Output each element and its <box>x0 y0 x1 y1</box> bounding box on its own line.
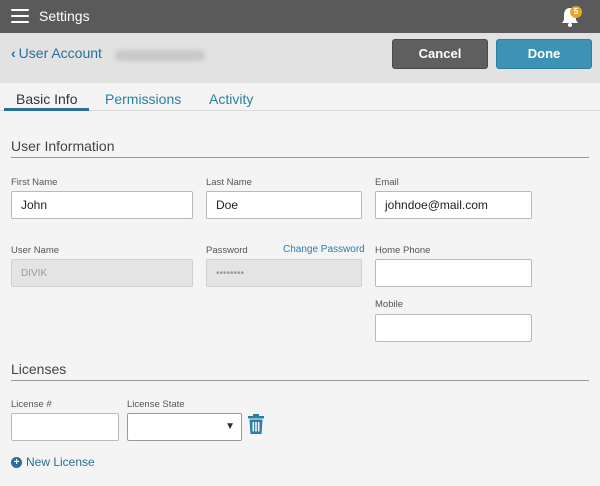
license-state-label: License State <box>127 399 185 410</box>
page-header: ‹ User Account Cancel Done <box>0 33 600 83</box>
license-number-label: License # <box>11 399 52 410</box>
back-label: User Account <box>18 45 102 61</box>
back-link[interactable]: ‹ User Account <box>11 45 102 61</box>
top-bar: Settings 5 <box>0 0 600 33</box>
last-name-field[interactable]: Doe <box>206 191 362 219</box>
active-tab-indicator <box>4 108 89 111</box>
cancel-button[interactable]: Cancel <box>392 39 488 69</box>
change-password-link[interactable]: Change Password <box>283 244 365 255</box>
mobile-field[interactable] <box>375 314 532 342</box>
chevron-down-icon: ▼ <box>225 421 235 432</box>
email-label: Email <box>375 177 399 188</box>
user-name-field: DIVIK <box>11 259 193 287</box>
blurred-user-name <box>115 50 205 61</box>
trash-icon[interactable] <box>248 414 264 434</box>
tab-activity[interactable]: Activity <box>209 91 253 107</box>
tab-bar: Basic Info Permissions Activity <box>0 83 600 111</box>
user-name-label: User Name <box>11 245 60 256</box>
app-title: Settings <box>39 8 90 24</box>
notification-badge: 5 <box>570 6 582 18</box>
new-license-button[interactable]: + New License <box>11 455 95 469</box>
last-name-label: Last Name <box>206 177 252 188</box>
section-title-user-information: User Information <box>11 138 115 154</box>
done-button[interactable]: Done <box>496 39 592 69</box>
first-name-label: First Name <box>11 177 58 188</box>
section-divider <box>11 380 589 381</box>
chevron-left-icon: ‹ <box>11 45 16 61</box>
email-field[interactable]: johndoe@mail.com <box>375 191 532 219</box>
section-divider <box>11 157 589 158</box>
tab-permissions[interactable]: Permissions <box>105 91 181 107</box>
mobile-label: Mobile <box>375 299 403 310</box>
home-phone-field[interactable] <box>375 259 532 287</box>
password-label: Password <box>206 245 248 256</box>
license-number-field[interactable] <box>11 413 119 441</box>
new-license-label: New License <box>26 455 95 469</box>
license-state-select[interactable]: ▼ <box>127 413 242 441</box>
plus-circle-icon: + <box>11 456 22 468</box>
first-name-field[interactable]: John <box>11 191 193 219</box>
section-title-licenses: Licenses <box>11 361 67 377</box>
home-phone-label: Home Phone <box>375 245 431 256</box>
tab-basic-info[interactable]: Basic Info <box>16 91 77 107</box>
hamburger-menu-icon[interactable] <box>11 9 29 23</box>
password-field: •••••••• <box>206 259 362 287</box>
